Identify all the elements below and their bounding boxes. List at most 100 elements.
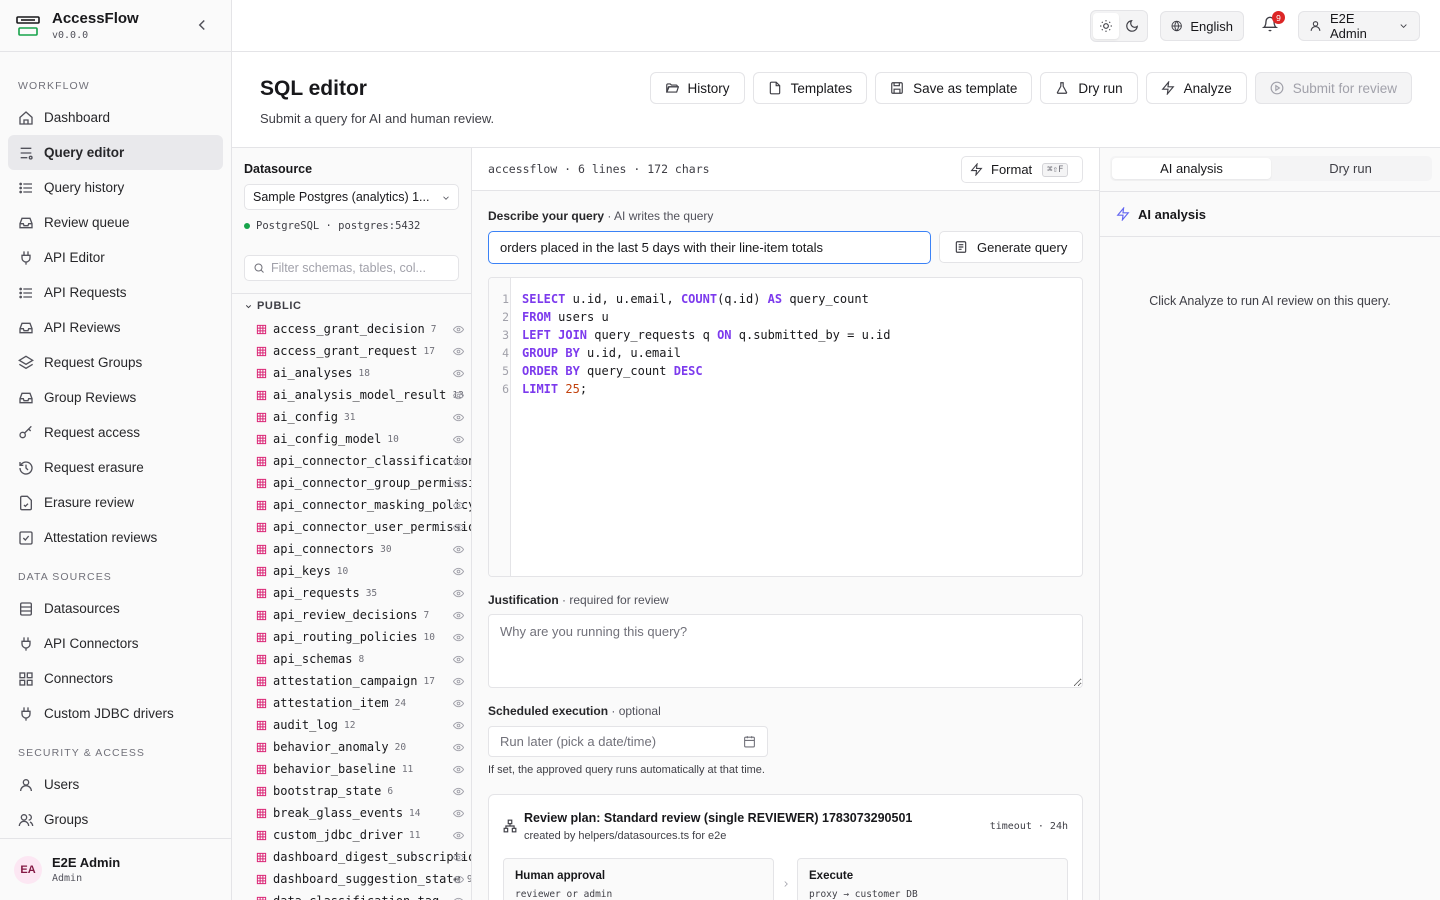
table-row[interactable]: audit_log 12 [256,714,471,736]
datasource-select[interactable]: Sample Postgres (analytics) 1... [244,184,459,210]
eye-icon[interactable] [453,698,464,709]
eye-icon[interactable] [453,346,464,357]
sidebar-item-dashboard[interactable]: Dashboard [8,100,223,135]
sidebar-item-datasources[interactable]: Datasources [8,591,223,626]
language-select[interactable]: English [1160,11,1244,41]
table-row[interactable]: ai_analyses 18 [256,362,471,384]
history-button[interactable]: History [649,72,745,104]
table-row[interactable]: api_requests 35 [256,582,471,604]
table-row[interactable]: api_connectors 30 [256,538,471,560]
table-row[interactable]: ai_analysis_model_result 13 [256,384,471,406]
eye-icon[interactable] [453,830,464,841]
table-row[interactable]: ai_config_model 10 [256,428,471,450]
eye-icon[interactable] [453,456,464,467]
dark-theme-button[interactable] [1119,13,1145,39]
table-row[interactable]: access_grant_request 17 [256,340,471,362]
table-row[interactable]: behavior_baseline 11 [256,758,471,780]
format-button[interactable]: Format ⌘⇧F [961,156,1083,183]
sql-code-editor[interactable]: 1 SELECT u.id, u.email, COUNT(q.id) AS qu… [488,277,1083,577]
eye-icon[interactable] [453,654,464,665]
sidebar-item-erasure-review[interactable]: Erasure review [8,485,223,520]
sidebar-item-query-history[interactable]: Query history [8,170,223,205]
eye-icon[interactable] [453,544,464,555]
eye-icon[interactable] [453,852,464,863]
table-row[interactable]: ai_config 31 [256,406,471,428]
eye-icon[interactable] [453,632,464,643]
eye-icon[interactable] [453,742,464,753]
eye-icon[interactable] [453,390,464,401]
table-row[interactable]: api_routing_policies 10 [256,626,471,648]
eye-icon[interactable] [453,676,464,687]
table-row[interactable]: api_connector_user_permissio [256,516,471,538]
table-row[interactable]: api_connector_masking_policy [256,494,471,516]
sidebar-item-groups[interactable]: Groups [8,802,223,837]
eye-icon[interactable] [453,764,464,775]
eye-icon[interactable] [453,566,464,577]
sidebar-item-request-access[interactable]: Request access [8,415,223,450]
eye-icon[interactable] [453,720,464,731]
table-row[interactable]: break_glass_events 14 [256,802,471,824]
sidebar-item-group-reviews[interactable]: Group Reviews [8,380,223,415]
sidebar-item-api-editor[interactable]: API Editor [8,240,223,275]
generate-query-button[interactable]: Generate query [939,231,1083,263]
notifications-button[interactable]: 9 [1261,11,1285,34]
describe-query-input[interactable] [488,231,931,264]
eye-icon[interactable] [453,522,464,533]
sidebar-item-connectors[interactable]: Connectors [8,661,223,696]
tab-dry-run[interactable]: Dry run [1271,158,1430,179]
justification-input[interactable] [488,614,1083,688]
sidebar-item-request-groups[interactable]: Request Groups [8,345,223,380]
eye-icon[interactable] [453,588,464,599]
user-menu-button[interactable]: E2E Admin [1298,11,1420,41]
sidebar-item-request-erasure[interactable]: Request erasure [8,450,223,485]
table-row[interactable]: custom_jdbc_driver 11 [256,824,471,846]
eye-icon[interactable] [453,500,464,511]
table-row[interactable]: api_connector_classification [256,450,471,472]
sidebar-item-api-reviews[interactable]: API Reviews [8,310,223,345]
table-row[interactable]: access_grant_decision 7 [256,318,471,340]
submit-for-review-button[interactable]: Submit for review [1254,72,1412,104]
eye-icon[interactable] [453,324,464,335]
table-row[interactable]: dashboard_suggestion_state9 [256,868,471,890]
save-as-template-button[interactable]: Save as template [875,72,1033,104]
eye-icon[interactable] [453,786,464,797]
sidebar-item-query-editor[interactable]: Query editor [8,135,223,170]
table-row[interactable]: dashboard_digest_subscriptio [256,846,471,868]
sidebar-item-api-connectors[interactable]: API Connectors [8,626,223,661]
theme-toggle[interactable] [1090,10,1148,42]
table-row[interactable]: attestation_campaign 17 [256,670,471,692]
sidebar-item-attestation-reviews[interactable]: Attestation reviews [8,520,223,555]
analyze-button[interactable]: Analyze [1145,72,1247,104]
table-row[interactable]: api_review_decisions 7 [256,604,471,626]
sidebar-user[interactable]: EA E2E Admin Admin [0,838,231,900]
table-row[interactable]: api_schemas 8 [256,648,471,670]
table-row[interactable]: bootstrap_state 6 [256,780,471,802]
table-row[interactable]: attestation_item 24 [256,692,471,714]
sidebar-item-api-requests[interactable]: API Requests [8,275,223,310]
eye-icon[interactable] [453,808,464,819]
tab-ai-analysis[interactable]: AI analysis [1112,158,1271,179]
sidebar-item-custom-jdbc-drivers[interactable]: Custom JDBC drivers [8,696,223,731]
eye-icon[interactable] [453,478,464,489]
table-row[interactable]: behavior_anomaly 20 [256,736,471,758]
eye-icon[interactable] [453,434,464,445]
table-icon [256,896,267,900]
dry-run-button[interactable]: Dry run [1040,72,1138,104]
eye-icon[interactable] [453,412,464,423]
collapse-sidebar-icon[interactable] [193,16,211,34]
eye-icon[interactable] [453,368,464,379]
table-row[interactable]: data_classification_tag [256,890,471,900]
sidebar-item-users[interactable]: Users [8,767,223,802]
schema-search-input[interactable] [271,261,450,275]
light-theme-button[interactable] [1093,13,1119,39]
table-row[interactable]: api_connector_group_permissi [256,472,471,494]
schedule-datetime-input[interactable]: Run later (pick a date/time) [488,726,768,757]
eye-icon[interactable] [453,874,464,885]
schema-search[interactable] [244,255,459,281]
table-row[interactable]: api_keys 10 [256,560,471,582]
eye-icon[interactable] [453,610,464,621]
eye-icon[interactable] [453,896,464,900]
sidebar-item-review-queue[interactable]: Review queue [8,205,223,240]
templates-button[interactable]: Templates [752,72,868,104]
schema-group-public[interactable]: PUBLIC [244,300,302,312]
